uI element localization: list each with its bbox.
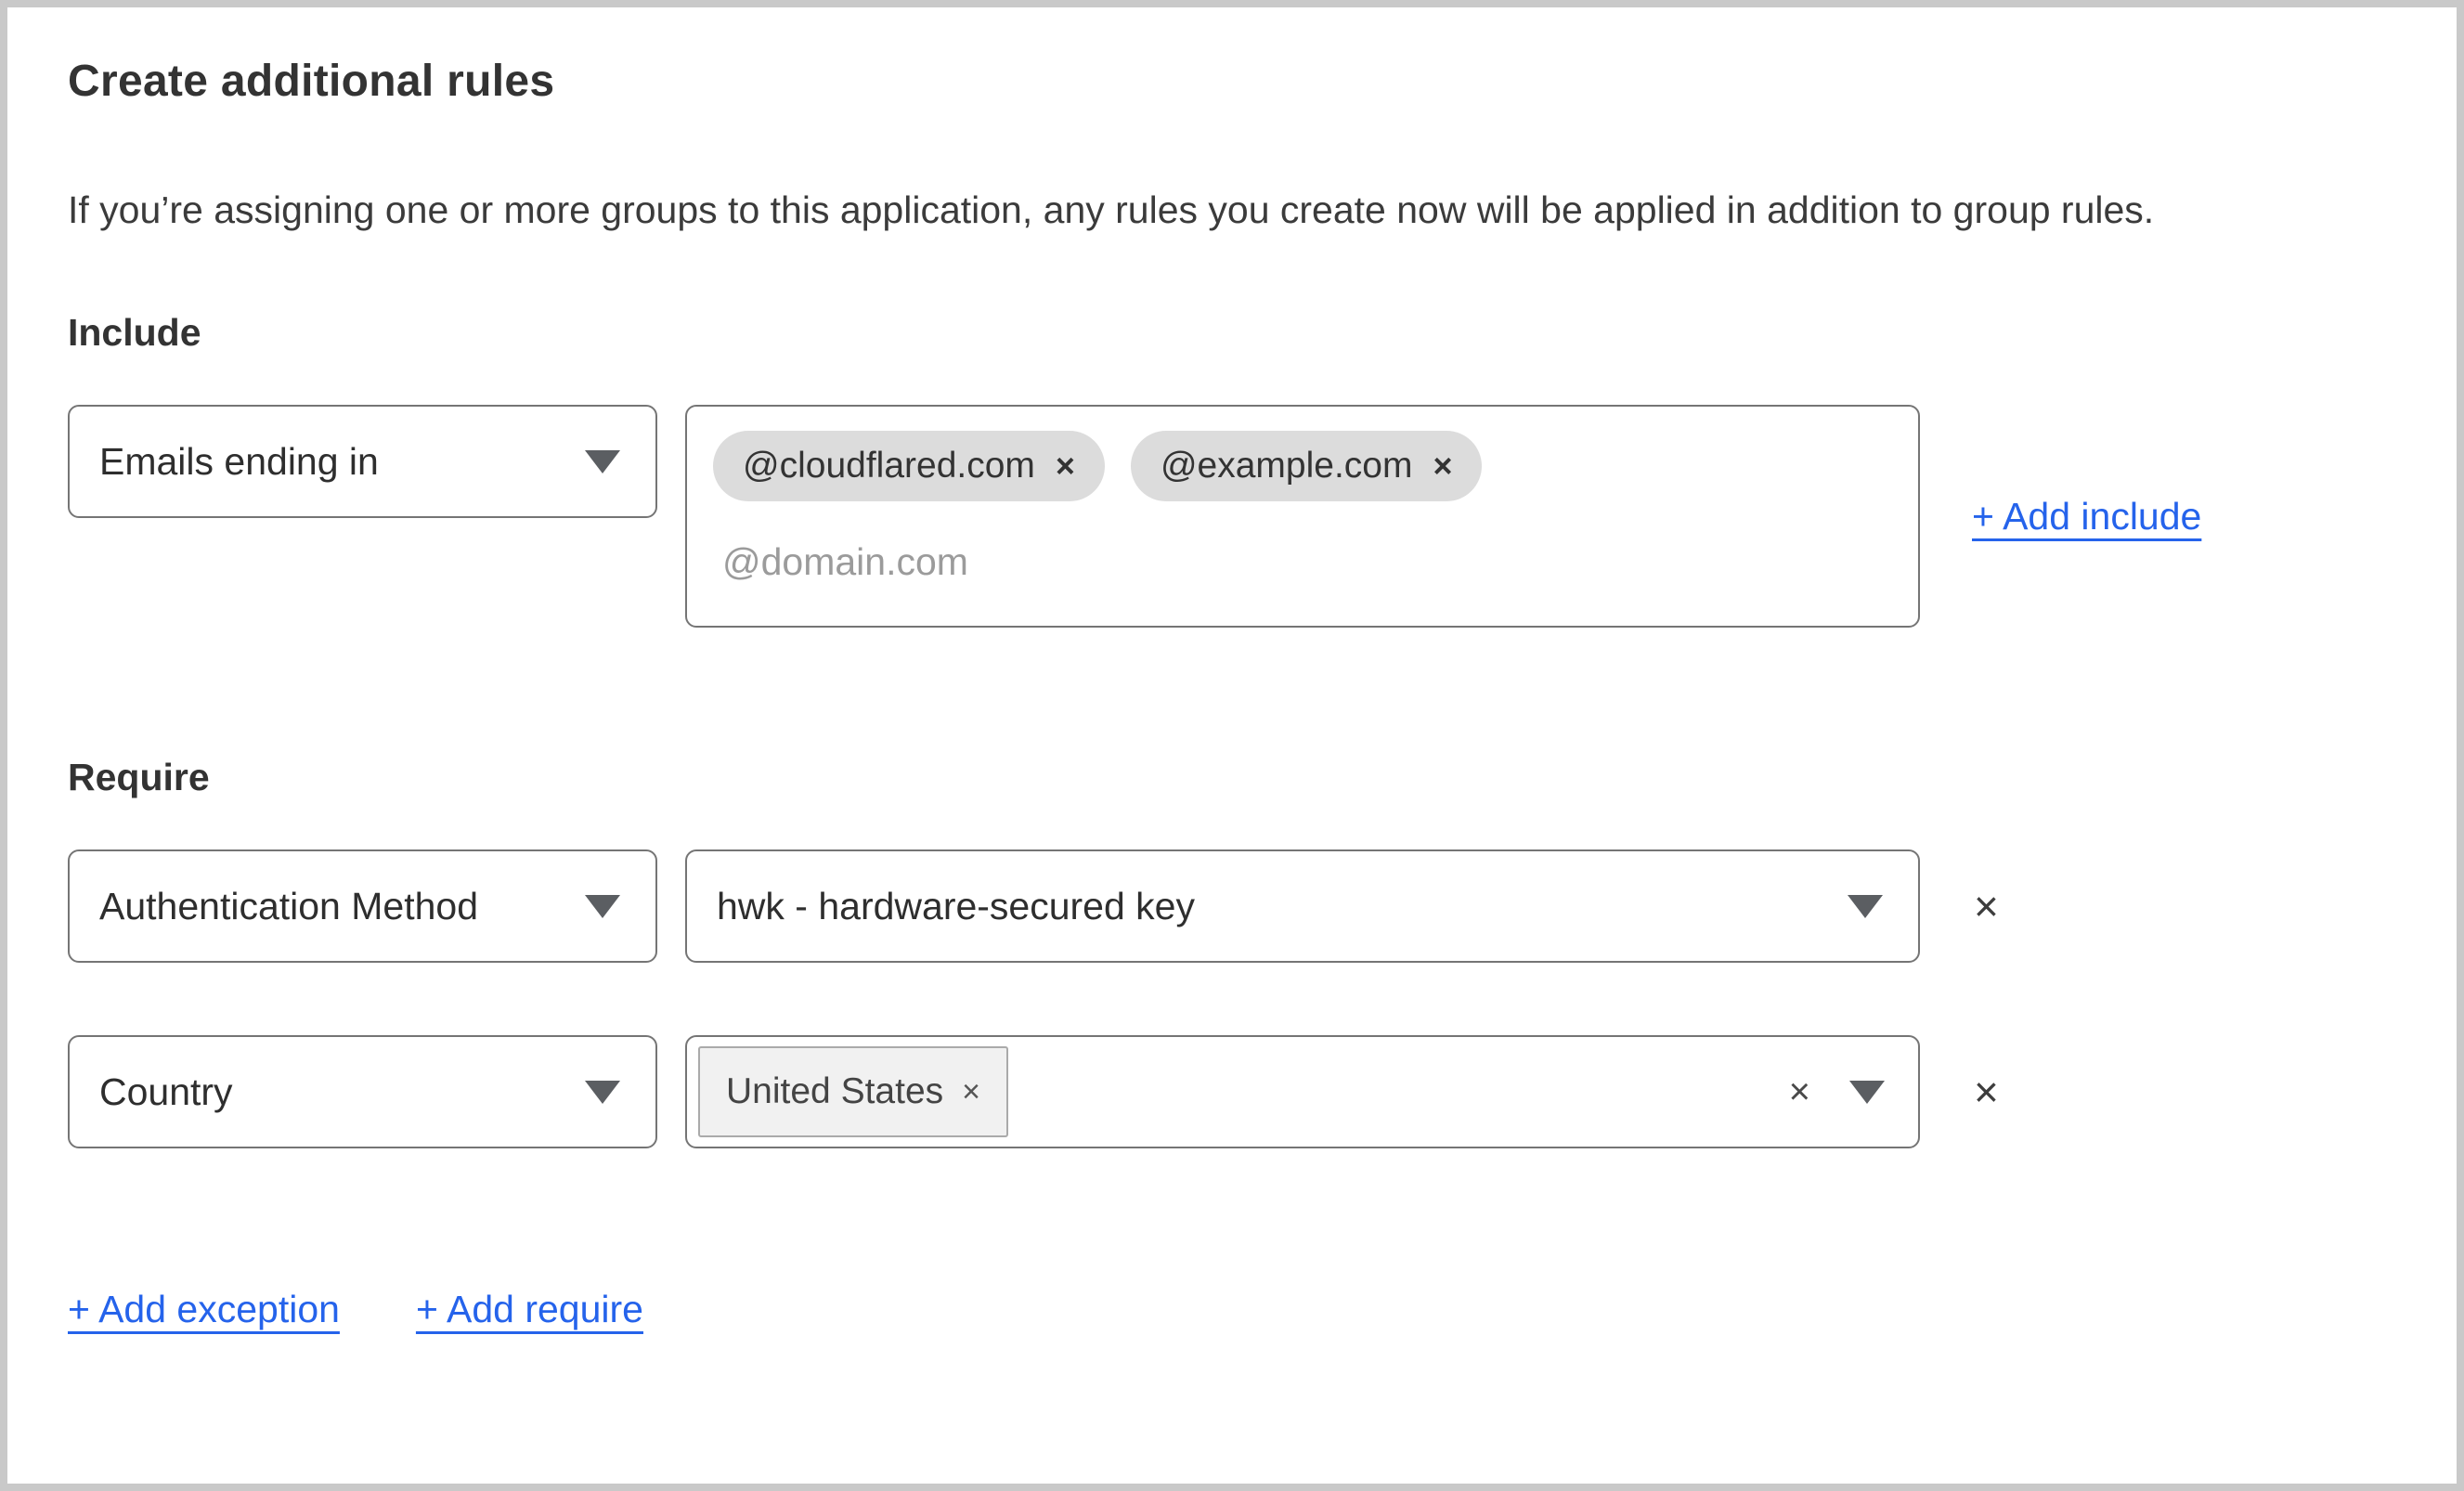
country-type-dropdown[interactable]: Country	[68, 1035, 657, 1148]
country-multiselect[interactable]: United States × ×	[685, 1035, 1920, 1148]
chevron-down-icon	[1849, 1080, 1885, 1104]
include-type-dropdown[interactable]: Emails ending in	[68, 405, 657, 518]
require-section-label: Require	[68, 756, 210, 798]
tag-remove-icon[interactable]: ×	[1056, 449, 1075, 483]
footer-actions: + Add exception + Add require	[68, 1288, 2396, 1331]
screenshot-frame: Create additional rules If you’re assign…	[0, 0, 2464, 1491]
domain-input[interactable]	[713, 540, 1549, 584]
tag-remove-icon[interactable]: ×	[962, 1076, 980, 1108]
email-domain-tag: @example.com ×	[1130, 431, 1483, 501]
country-tag: United States ×	[698, 1046, 1008, 1137]
include-rule-row: Emails ending in @cloudflared.com × @exa…	[68, 405, 2396, 628]
add-include-link[interactable]: + Add include	[1972, 495, 2201, 538]
tag-remove-icon[interactable]: ×	[1433, 449, 1452, 483]
add-exception-link[interactable]: + Add exception	[68, 1288, 340, 1331]
email-domains-tag-input[interactable]: @cloudflared.com × @example.com ×	[685, 405, 1920, 628]
chevron-down-icon	[585, 449, 620, 473]
include-section-label: Include	[68, 311, 201, 354]
country-type-value: Country	[99, 1070, 233, 1113]
require-rule-row-country: Country United States × × ×	[68, 1035, 2396, 1148]
require-rule-row-auth-method: Authentication Method hwk - hardware-sec…	[68, 849, 2396, 963]
clear-selection-icon[interactable]: ×	[1789, 1073, 1810, 1110]
chevron-down-icon	[1848, 894, 1883, 918]
add-require-link[interactable]: + Add require	[416, 1288, 643, 1331]
auth-method-value-dropdown[interactable]: hwk - hardware-secured key	[685, 849, 1920, 963]
chevron-down-icon	[585, 894, 620, 918]
tag-label: @cloudflared.com	[743, 446, 1035, 486]
email-tag-list: @cloudflared.com × @example.com ×	[713, 431, 1892, 501]
tag-label: United States	[726, 1071, 944, 1111]
remove-rule-icon[interactable]: ×	[1974, 885, 1999, 927]
auth-method-type-dropdown[interactable]: Authentication Method	[68, 849, 657, 963]
create-additional-rules-panel: Create additional rules If you’re assign…	[7, 7, 2457, 1331]
email-domain-tag: @cloudflared.com ×	[713, 431, 1105, 501]
remove-rule-icon[interactable]: ×	[1974, 1070, 1999, 1113]
auth-method-type-value: Authentication Method	[99, 884, 478, 927]
tag-label: @example.com	[1160, 446, 1413, 486]
auth-method-value: hwk - hardware-secured key	[717, 884, 1195, 927]
multiselect-controls: ×	[1789, 1073, 1885, 1110]
chevron-down-icon	[585, 1080, 620, 1104]
page-description: If you’re assigning one or more groups t…	[68, 188, 2155, 231]
page-title: Create additional rules	[68, 57, 555, 106]
include-type-value: Emails ending in	[99, 439, 379, 483]
